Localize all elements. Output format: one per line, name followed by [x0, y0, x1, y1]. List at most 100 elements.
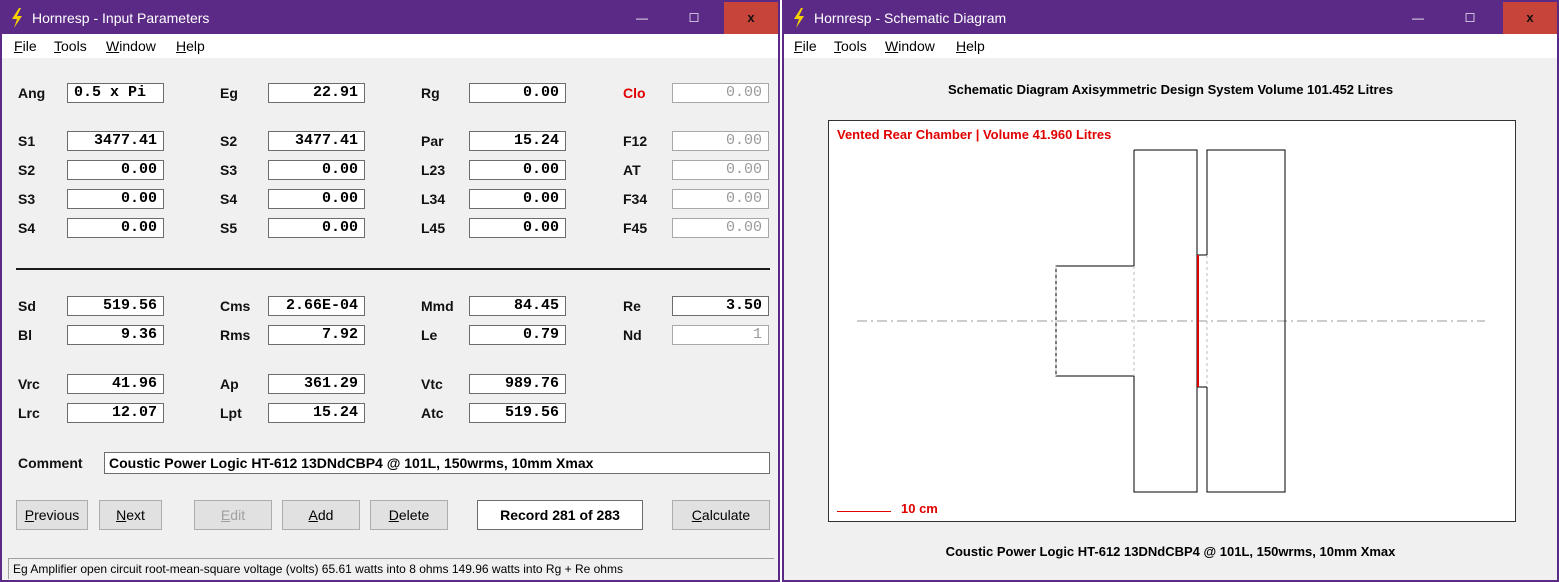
calculate-button[interactable]: Calculate — [672, 500, 770, 530]
field-s2a[interactable]: 3477.41 — [268, 131, 365, 151]
field-rg[interactable]: 0.00 — [469, 83, 566, 103]
field-atc[interactable]: 519.56 — [469, 403, 566, 423]
label-s4: S4 — [18, 220, 36, 236]
field-l34[interactable]: 0.00 — [469, 189, 566, 209]
label-l34: L34 — [421, 191, 446, 207]
titlebar[interactable]: Hornresp - Schematic Diagram — ☐ x — [784, 2, 1557, 34]
input-parameters-window: Hornresp - Input Parameters — ☐ x File T… — [0, 0, 780, 582]
label-par: Par — [421, 133, 444, 149]
field-vrc[interactable]: 41.96 — [67, 374, 164, 394]
label-eg: Eg — [220, 85, 238, 101]
edit-button: Edit — [194, 500, 272, 530]
record-counter: Record 281 of 283 — [477, 500, 643, 530]
add-button[interactable]: Add — [282, 500, 360, 530]
field-nd: 1 — [672, 325, 769, 345]
comment-field[interactable]: Coustic Power Logic HT-612 13DNdCBP4 @ 1… — [104, 452, 770, 474]
field-l45[interactable]: 0.00 — [469, 218, 566, 238]
label-s2a: S2 — [220, 133, 238, 149]
label-lrc: Lrc — [18, 405, 40, 421]
field-sd[interactable]: 519.56 — [67, 296, 164, 316]
field-f34: 0.00 — [672, 189, 769, 209]
lightning-bolt-icon — [12, 8, 22, 28]
previous-button[interactable]: Previous — [16, 500, 88, 530]
label-vtc: Vtc — [421, 376, 443, 392]
field-cms[interactable]: 2.66E-04 — [268, 296, 365, 316]
schematic-diagram-window: Hornresp - Schematic Diagram — ☐ x File … — [782, 0, 1559, 582]
field-re[interactable]: 3.50 — [672, 296, 769, 316]
menu-file[interactable]: File — [794, 38, 817, 54]
label-nd: Nd — [623, 327, 642, 343]
label-rms: Rms — [220, 327, 251, 343]
menu-window[interactable]: Window — [106, 38, 156, 54]
label-f45: F45 — [623, 220, 648, 236]
label-mmd: Mmd — [421, 298, 454, 314]
label-vrc: Vrc — [18, 376, 40, 392]
field-le[interactable]: 0.79 — [469, 325, 566, 345]
parameters-panel: Ang 0.5 x Pi Eg 22.91 Rg 0.00 Clo 0.00 S… — [2, 58, 778, 580]
label-ap: Ap — [220, 376, 239, 392]
menu-help[interactable]: Help — [956, 38, 985, 54]
label-sd: Sd — [18, 298, 36, 314]
window-title: Hornresp - Input Parameters — [32, 10, 210, 26]
menu-file[interactable]: File — [14, 38, 37, 54]
field-par[interactable]: 15.24 — [469, 131, 566, 151]
field-vtc[interactable]: 989.76 — [469, 374, 566, 394]
field-clo: 0.00 — [672, 83, 769, 103]
window-title: Hornresp - Schematic Diagram — [814, 10, 1007, 26]
field-ap[interactable]: 361.29 — [268, 374, 365, 394]
close-button[interactable]: x — [1503, 2, 1557, 34]
label-s1: S1 — [18, 133, 36, 149]
label-s2: S2 — [18, 162, 36, 178]
field-s3[interactable]: 0.00 — [67, 189, 164, 209]
scale-label: 10 cm — [901, 501, 938, 516]
label-bl: Bl — [18, 327, 32, 343]
schematic-canvas: Vented Rear Chamber | Volume 41.960 Litr… — [828, 120, 1516, 522]
label-s3a: S3 — [220, 162, 238, 178]
field-rms[interactable]: 7.92 — [268, 325, 365, 345]
field-l23[interactable]: 0.00 — [469, 160, 566, 180]
field-f45: 0.00 — [672, 218, 769, 238]
field-s1[interactable]: 3477.41 — [67, 131, 164, 151]
field-bl[interactable]: 9.36 — [67, 325, 164, 345]
field-eg[interactable]: 22.91 — [268, 83, 365, 103]
label-l45: L45 — [421, 220, 446, 236]
minimize-button[interactable]: — — [1396, 2, 1440, 34]
maximize-button[interactable]: ☐ — [672, 2, 716, 34]
menu-help[interactable]: Help — [176, 38, 205, 54]
close-button[interactable]: x — [724, 2, 778, 34]
field-s2[interactable]: 0.00 — [67, 160, 164, 180]
label-at: AT — [623, 162, 641, 178]
field-lrc[interactable]: 12.07 — [67, 403, 164, 423]
schematic-panel: Schematic Diagram Axisymmetric Design Sy… — [784, 58, 1557, 580]
field-s4[interactable]: 0.00 — [67, 218, 164, 238]
field-s3a[interactable]: 0.00 — [268, 160, 365, 180]
field-s4a[interactable]: 0.00 — [268, 189, 365, 209]
next-button[interactable]: Next — [99, 500, 162, 530]
label-le: Le — [421, 327, 438, 343]
menu-window[interactable]: Window — [885, 38, 935, 54]
section-divider — [16, 268, 770, 270]
field-lpt[interactable]: 15.24 — [268, 403, 365, 423]
label-clo: Clo — [623, 85, 646, 101]
lightning-bolt-icon — [794, 8, 804, 28]
menu-tools[interactable]: Tools — [834, 38, 867, 54]
label-rg: Rg — [421, 85, 440, 101]
field-mmd[interactable]: 84.45 — [469, 296, 566, 316]
menubar: File Tools Window Help — [2, 34, 778, 58]
menu-tools[interactable]: Tools — [54, 38, 87, 54]
label-cms: Cms — [220, 298, 251, 314]
minimize-button[interactable]: — — [620, 2, 664, 34]
schematic-footer: Coustic Power Logic HT-612 13DNdCBP4 @ 1… — [945, 544, 1396, 559]
titlebar[interactable]: Hornresp - Input Parameters — ☐ x — [2, 2, 778, 34]
label-comment: Comment — [18, 455, 83, 471]
label-re: Re — [623, 298, 641, 314]
label-atc: Atc — [421, 405, 444, 421]
label-s4a: S4 — [220, 191, 238, 207]
maximize-button[interactable]: ☐ — [1448, 2, 1492, 34]
delete-button[interactable]: Delete — [370, 500, 448, 530]
label-s5: S5 — [220, 220, 238, 236]
field-ang[interactable]: 0.5 x Pi — [67, 83, 164, 103]
field-f12: 0.00 — [672, 131, 769, 151]
field-s5[interactable]: 0.00 — [268, 218, 365, 238]
scale-bar — [837, 511, 891, 512]
